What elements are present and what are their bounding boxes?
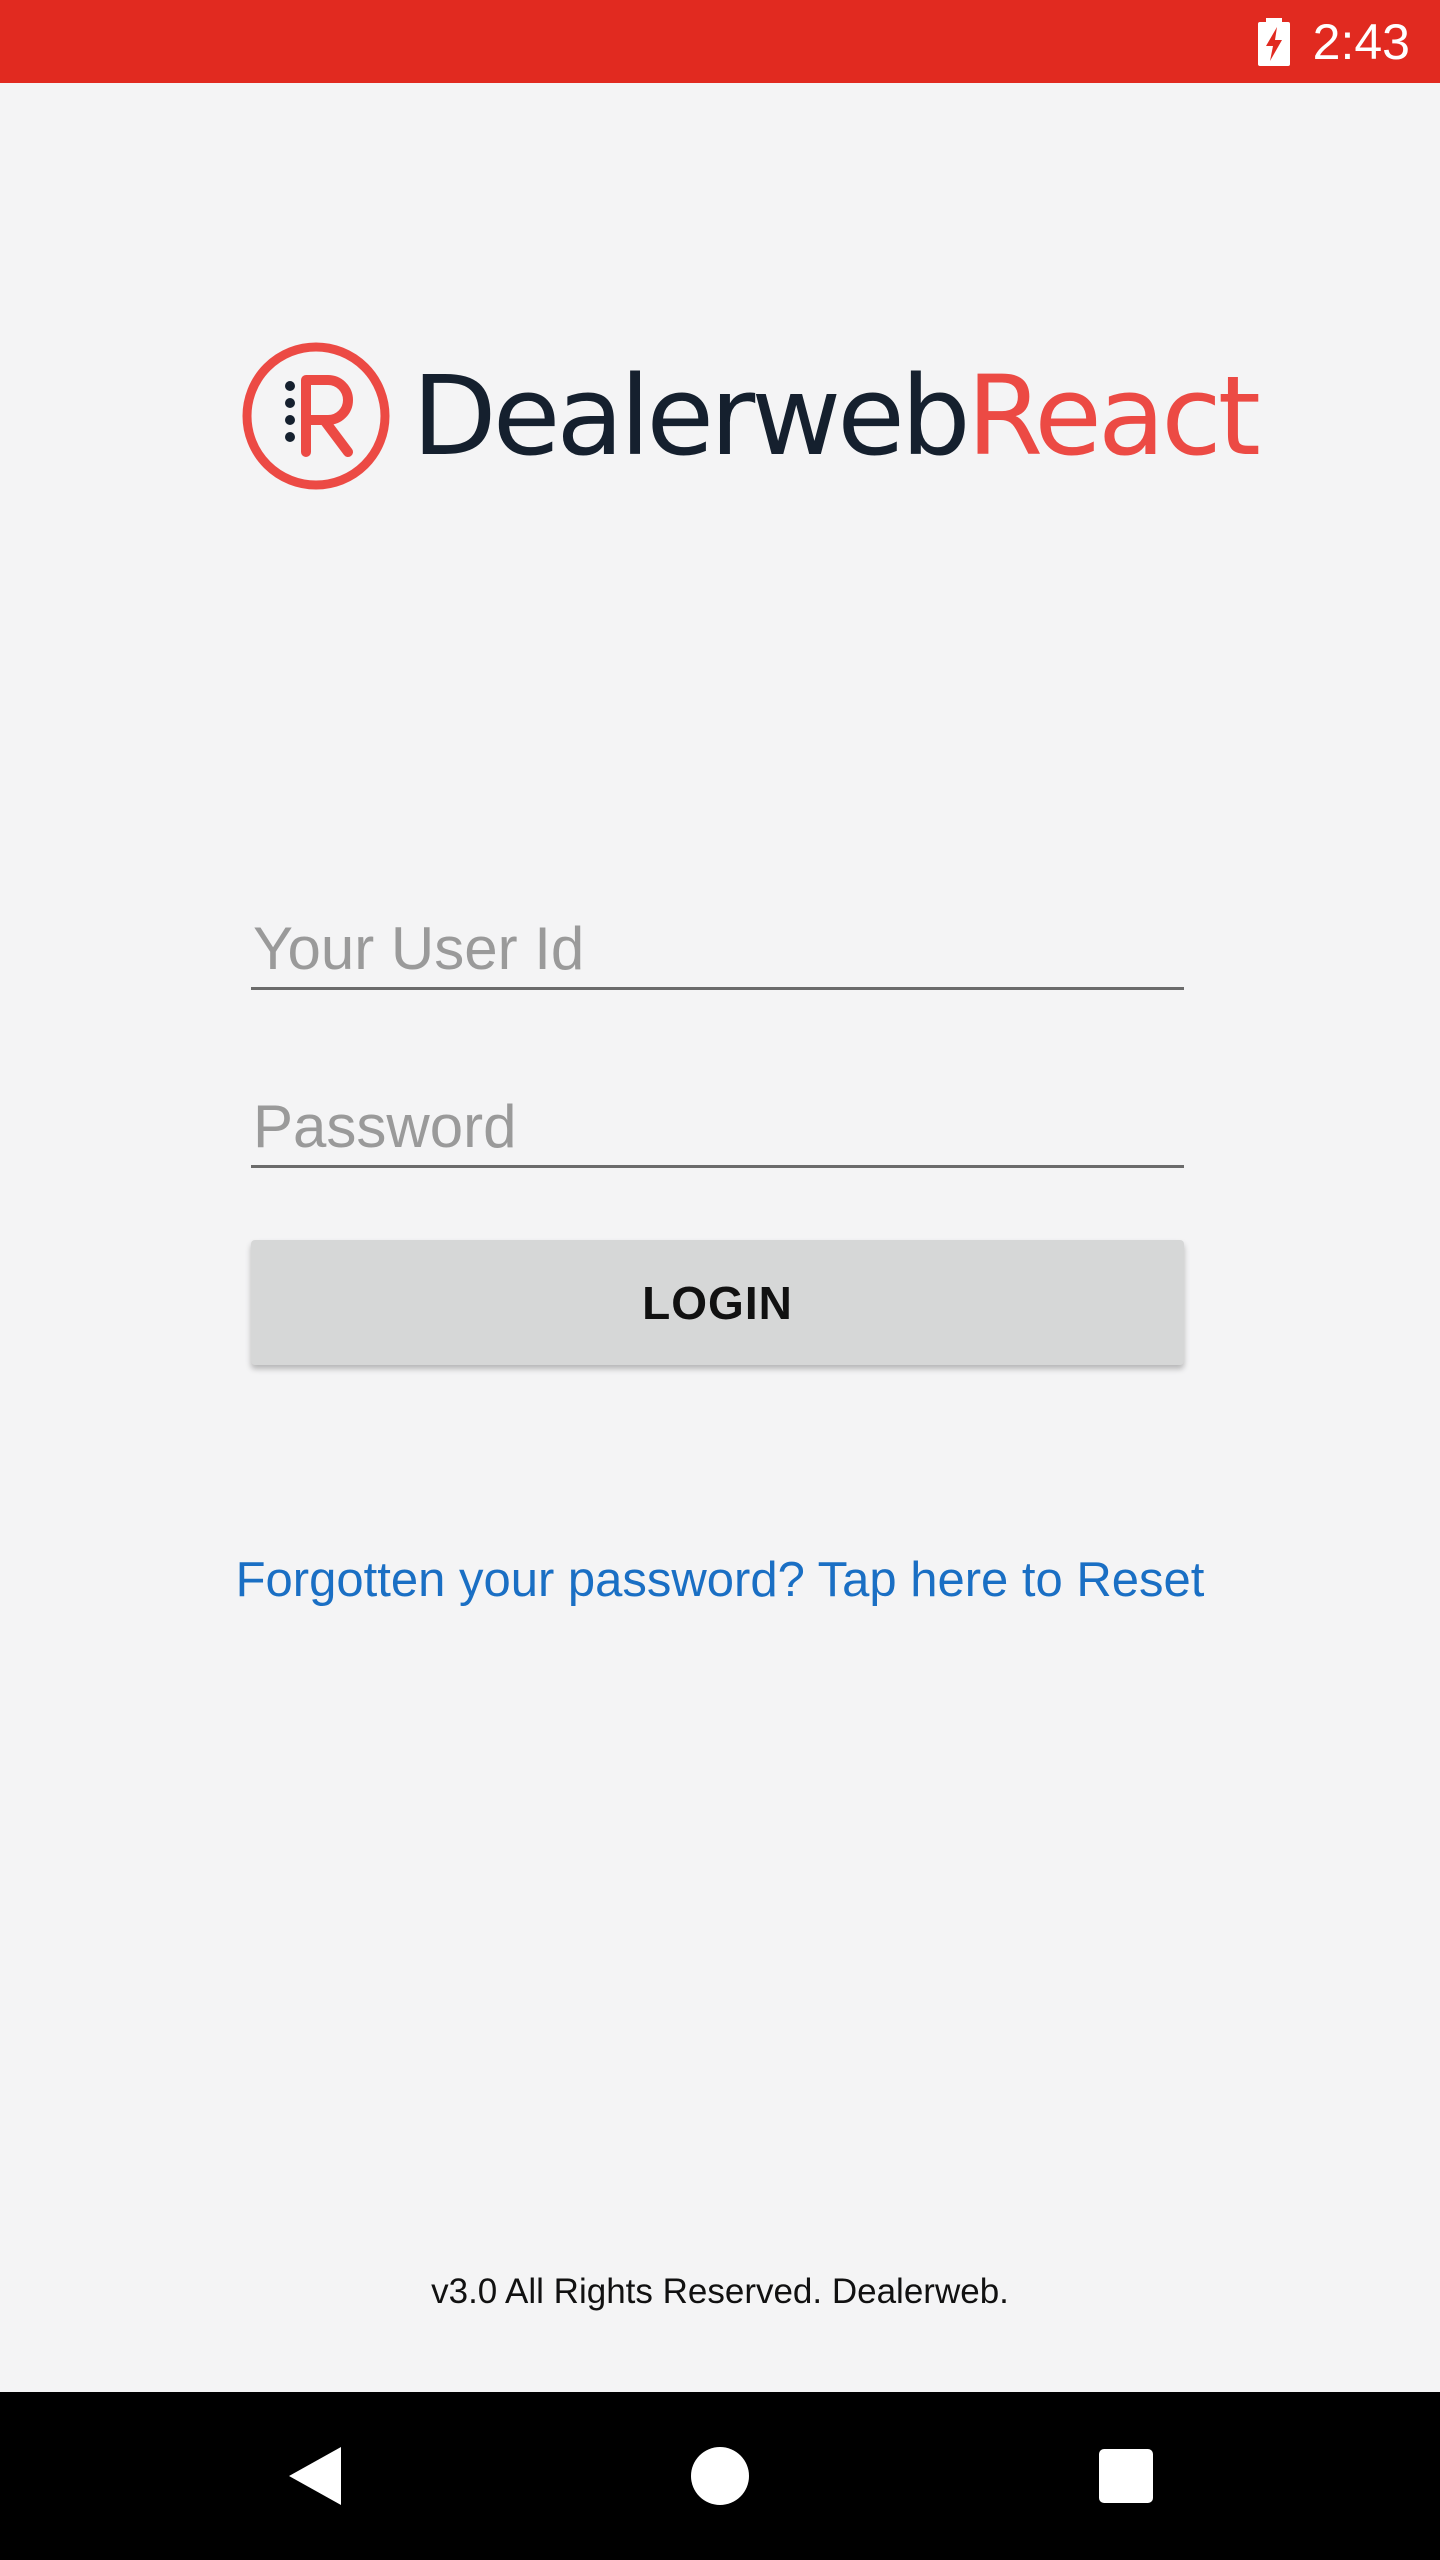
status-time: 2:43 <box>1312 14 1410 70</box>
forgot-password-link[interactable]: Forgotten your password? Tap here to Res… <box>0 1552 1440 1608</box>
navigation-bar <box>0 2392 1440 2560</box>
status-bar: 2:43 <box>0 0 1440 83</box>
logo-wordmark: DealerwebReact <box>412 352 1261 480</box>
password-field <box>251 1088 1184 1168</box>
battery-charging-icon <box>1258 18 1290 66</box>
recents-square-icon <box>1099 2449 1153 2503</box>
logo-text-react: React <box>966 352 1261 480</box>
nav-recents-button[interactable] <box>1046 2392 1206 2560</box>
password-input[interactable] <box>251 1088 1184 1165</box>
footer-copyright: v3.0 All Rights Reserved. Dealerweb. <box>431 2272 1009 2311</box>
logo-text-dealerweb: Dealerweb <box>412 352 971 480</box>
user-id-input[interactable] <box>251 910 1184 987</box>
dealerweb-react-logo-icon <box>242 342 390 490</box>
login-screen: 2:43 DealerwebReact LOGIN Forgotten your… <box>0 0 1440 2560</box>
nav-home-button[interactable] <box>640 2392 800 2560</box>
login-button[interactable]: LOGIN <box>251 1240 1184 1365</box>
home-circle-icon <box>691 2447 749 2505</box>
user-id-field <box>251 910 1184 990</box>
nav-back-button[interactable] <box>236 2392 396 2560</box>
back-triangle-icon <box>289 2447 341 2505</box>
